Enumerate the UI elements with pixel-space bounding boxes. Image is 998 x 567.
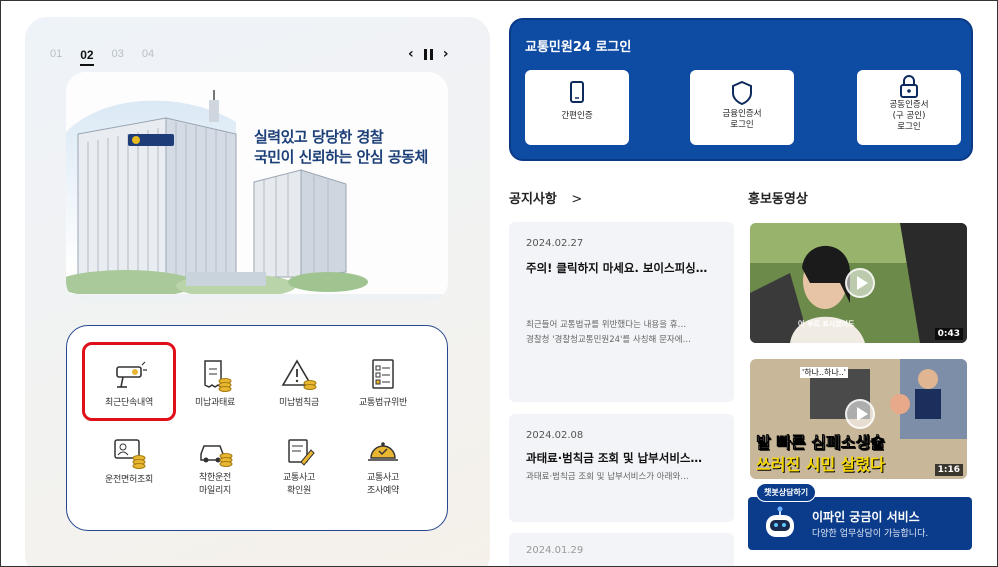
login-button-label-line1: 금융인증서 xyxy=(722,109,762,119)
quick-menu-box xyxy=(66,325,448,531)
shield-icon xyxy=(732,80,752,106)
slide-page-2[interactable]: 02 xyxy=(80,48,94,66)
notices-title-text: 공지사항 xyxy=(509,192,557,207)
quick-menu-label-line2: 조사예약 xyxy=(367,486,399,496)
login-button-label-line3: 로그인 xyxy=(897,122,921,132)
car-coin-icon xyxy=(200,445,233,467)
login-button-label: 간편인증 xyxy=(561,111,593,121)
quick-menu-good-driving-mileage[interactable]: 착한운전 마일리지 xyxy=(170,434,260,498)
banner-slogan-line2: 국민이 신뢰하는 안심 공동체 xyxy=(254,148,428,166)
slide-page-3[interactable]: 03 xyxy=(112,48,124,66)
joint-cert-login-button[interactable]: 공동인증서 (구 공인) 로그인 xyxy=(857,70,961,145)
login-title: 교통민원24 로그인 xyxy=(525,40,632,55)
notice-date: 2024.01.29 xyxy=(526,545,584,556)
warning-coin-icon xyxy=(281,359,317,390)
chevron-right-icon: > xyxy=(571,192,583,207)
notice-date: 2024.02.08 xyxy=(526,430,584,441)
quick-menu-label: 최근단속내역 xyxy=(105,398,153,408)
banner-slogan-line1: 실력있고 당당한 경찰 xyxy=(254,128,384,146)
notice-item[interactable]: 2024.02.08 과태료·범칙금 조회 및 납부서비스… 과태료·범칙금 조… xyxy=(509,414,734,522)
lock-icon xyxy=(900,75,918,98)
police-hq-illustration xyxy=(66,72,448,302)
quick-menu-unpaid-penalty[interactable]: 미납범칙금 xyxy=(254,357,344,410)
quick-menu-label: 미납범칙금 xyxy=(279,398,319,408)
notice-title: 주의! 클릭하지 마세요. 보이스피싱… xyxy=(526,261,708,275)
quick-menu-label-line1: 착한운전 xyxy=(199,473,231,483)
slide-next-button[interactable]: › xyxy=(443,47,449,61)
notice-item[interactable]: 2024.02.27 주의! 클릭하지 마세요. 보이스피싱… 최근들어 교통법… xyxy=(509,222,734,402)
video-duration: 1:16 xyxy=(934,464,963,476)
quick-menu-unpaid-fine[interactable]: 미납과태료 xyxy=(170,357,260,410)
slide-page-4[interactable]: 04 xyxy=(142,48,154,66)
chatbot-consult-bubble[interactable]: 챗봇상담하기 xyxy=(756,483,817,502)
quick-menu-label: 운전면허조회 xyxy=(105,475,153,485)
reservation-bell-icon xyxy=(368,442,398,461)
document-checklist-icon xyxy=(372,359,394,389)
notice-body-line1: 과태료·범칙금 조회 및 납부서비스가 아래와… xyxy=(526,472,689,482)
quick-menu-label: 교통법규위반 xyxy=(359,398,407,408)
chatbot-subtitle: 다양한 업무상담이 가능합니다. xyxy=(812,529,929,539)
quick-menu-license-check[interactable]: 운전면허조회 xyxy=(84,434,174,487)
promo-video-1[interactable]: 어 부르 표시였어도 0:43 xyxy=(750,223,967,343)
notice-title: 과태료·범칙금 조회 및 납부서비스… xyxy=(526,451,702,465)
notice-item[interactable]: 2024.01.29 xyxy=(509,533,734,567)
quick-menu-label-line1: 교통사고 xyxy=(283,473,315,483)
chatbot-title: 이파인 궁금이 서비스 xyxy=(812,510,920,524)
slide-page-1[interactable]: 01 xyxy=(50,48,62,66)
banner-slogan: 실력있고 당당한 경찰 국민이 신뢰하는 안심 공동체 xyxy=(254,127,428,167)
quick-menu-label: 미납과태료 xyxy=(195,398,235,408)
smartphone-icon xyxy=(570,81,584,103)
promo-videos-title: 홍보동영상 xyxy=(748,192,808,207)
notices-section-title[interactable]: 공지사항 > xyxy=(509,188,582,207)
speed-camera-icon xyxy=(116,361,147,388)
quick-menu-label-line2: 확인원 xyxy=(287,486,311,496)
slide-prev-button[interactable]: ‹ xyxy=(408,47,414,61)
video-caption: 어 부르 표시였어도 xyxy=(798,320,855,328)
video-headline-line2: 쓰러진 시민 살렸다 xyxy=(756,455,885,474)
login-button-label-line2: 로그인 xyxy=(730,120,754,130)
quick-menu-accident-certificate[interactable]: 교통사고 확인원 xyxy=(254,434,344,498)
video-overlay-text: '하나..하나..' xyxy=(800,367,849,378)
simple-auth-button[interactable]: 간편인증 xyxy=(525,70,629,145)
video-headline-line1: 발 빠른 심폐소생술 xyxy=(756,433,885,453)
play-icon xyxy=(845,268,875,298)
id-card-icon xyxy=(114,439,146,469)
quick-menu-label-line1: 교통사고 xyxy=(367,473,399,483)
quick-menu-traffic-violation[interactable]: 교통법규위반 xyxy=(338,357,428,410)
receipt-coin-icon xyxy=(204,360,232,392)
financial-cert-login-button[interactable]: 금융인증서 로그인 xyxy=(690,70,794,145)
document-pen-icon xyxy=(288,439,315,466)
notice-body-line2: 경찰청 '경찰청교통민원24'를 사칭해 문자에… xyxy=(526,335,692,345)
video-duration: 0:43 xyxy=(934,328,963,340)
promo-video-2[interactable]: '하나..하나..' 발 빠른 심폐소생술 쓰러진 시민 살렸다 1:16 xyxy=(750,359,967,479)
quick-menu-accident-reservation[interactable]: 교통사고 조사예약 xyxy=(338,434,428,498)
robot-icon xyxy=(766,506,794,537)
slide-controls: ‹ › xyxy=(408,47,449,61)
slide-pagination: 01 02 03 04 xyxy=(50,48,154,66)
notice-body-line1: 최근들어 교통법규를 위반했다는 내용을 휴… xyxy=(526,320,687,330)
login-panel: 교통민원24 로그인 간편인증 금융인증서 로그인 공동인증서 (구 공인) 로… xyxy=(509,18,973,161)
chatbot-service-button[interactable]: 이파인 궁금이 서비스 다양한 업무상담이 가능합니다. xyxy=(748,497,972,550)
slide-pause-icon[interactable] xyxy=(423,48,433,60)
notice-date: 2024.02.27 xyxy=(526,238,584,249)
quick-menu-label-line2: 마일리지 xyxy=(199,486,231,496)
quick-menu-recent-enforcement[interactable]: 최근단속내역 xyxy=(84,357,174,410)
login-button-label-line1: 공동인증서 xyxy=(889,100,929,110)
login-button-label-line2: (구 공인) xyxy=(892,111,926,121)
main-banner[interactable]: 실력있고 당당한 경찰 국민이 신뢰하는 안심 공동체 xyxy=(66,72,448,302)
play-icon xyxy=(845,399,875,429)
